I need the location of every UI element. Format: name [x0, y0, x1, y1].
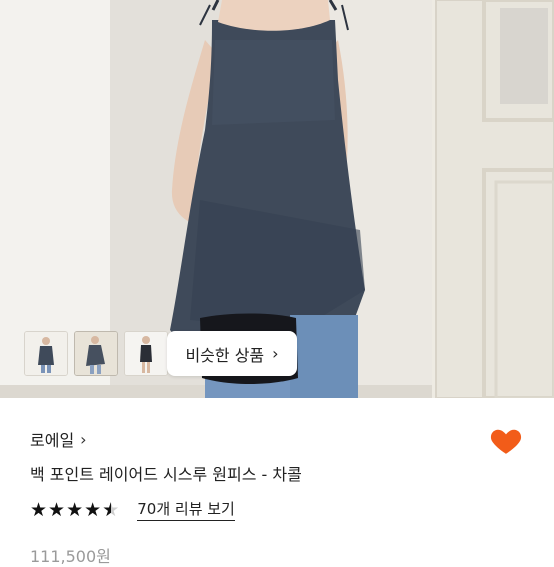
chevron-right-icon: › [272, 344, 279, 363]
similar-products-button[interactable]: 비슷한 상품 › [167, 331, 297, 376]
chevron-right-icon: › [80, 429, 87, 449]
brand-name: 로에일 [30, 431, 75, 450]
brand-link[interactable]: 로에일 › [30, 427, 87, 451]
star-icon: ★ [84, 498, 102, 521]
half-star-icon: ★ ★ [102, 498, 120, 521]
product-title: 백 포인트 레이어드 시스루 원피스 - 차콜 [30, 465, 302, 484]
rating-stars: ★ ★ ★ ★ ★ ★ [30, 499, 119, 521]
reviews-link[interactable]: 70개 리뷰 보기 [137, 498, 235, 521]
heart-icon[interactable] [489, 424, 523, 458]
star-icon: ★ [66, 498, 84, 521]
thumbnail-1[interactable] [24, 331, 68, 376]
thumbnail-3[interactable] [124, 331, 168, 376]
similar-products-label: 비슷한 상품 [185, 345, 265, 365]
thumbnail-strip [24, 331, 168, 376]
star-icon: ★ [30, 498, 48, 521]
product-hero-image[interactable]: 비슷한 상품 › [0, 0, 554, 398]
rating-row: ★ ★ ★ ★ ★ ★ 70개 리뷰 보기 [30, 498, 235, 521]
star-icon: ★ [48, 498, 66, 521]
product-price: 111,500원 [30, 547, 111, 566]
thumbnail-2[interactable] [74, 331, 118, 376]
